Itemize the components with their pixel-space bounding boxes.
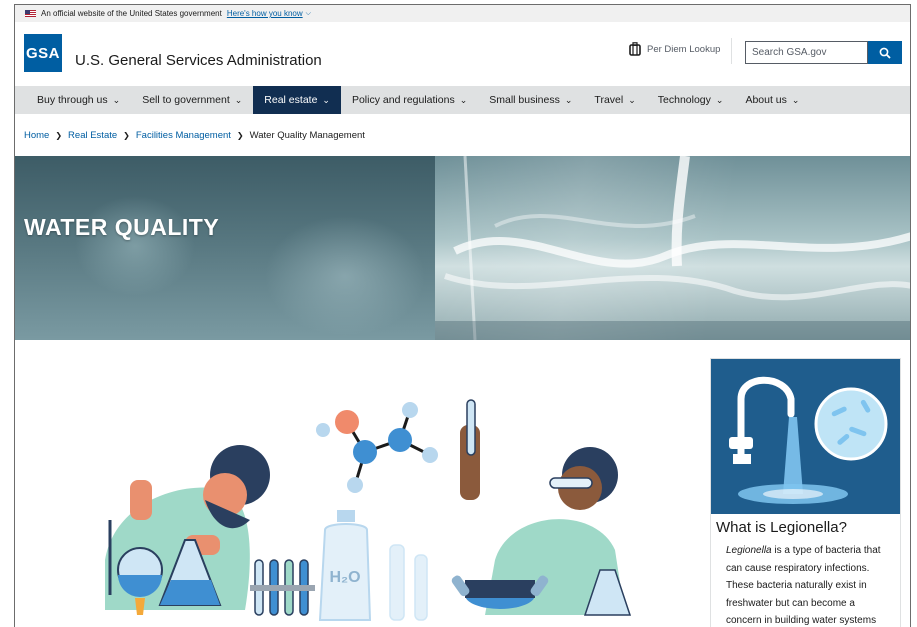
header-divider: [731, 38, 732, 64]
card-body: Legionella is a type of bacteria that ca…: [711, 536, 900, 627]
water-splash-graphic: [435, 156, 910, 340]
faucet-bacteria-graphic: [729, 376, 888, 504]
chevron-down-icon: ⌄: [322, 94, 330, 105]
chevron-down-icon: ⌄: [628, 94, 636, 105]
heres-how-you-know-link[interactable]: Here's how you know: [227, 9, 303, 18]
search-input[interactable]: [745, 41, 868, 64]
banner-text: An official website of the United States…: [41, 9, 222, 18]
chevron-down-icon: ⌄: [112, 94, 121, 105]
chevron-down-icon: ⌄: [715, 94, 724, 105]
chevron-right-icon: ❯: [236, 130, 244, 140]
breadcrumb: Home ❯ Real Estate ❯ Facilities Manageme…: [15, 114, 910, 156]
chevron-down-icon: ⌄: [564, 94, 573, 105]
water-glass-image: [435, 156, 910, 340]
chevron-down-icon: ⌄: [459, 94, 468, 105]
bottle-label: H₂O: [329, 569, 360, 586]
water-bottle-icon: H₂O: [318, 510, 428, 621]
agency-name[interactable]: U.S. General Services Administration: [75, 52, 322, 69]
legionella-card[interactable]: What is Legionella? Legionella is a type…: [710, 358, 901, 627]
nav-item-sell-to-government[interactable]: Sell to government ⌄: [131, 86, 253, 114]
official-gov-banner: An official website of the United States…: [15, 5, 910, 22]
breadcrumb-home[interactable]: Home: [24, 130, 49, 141]
search-icon: [879, 47, 891, 59]
luggage-icon: [629, 42, 641, 56]
browser-page: An official website of the United States…: [14, 4, 911, 627]
main-content: H₂O What is Legionella? Legionella is a …: [15, 340, 910, 627]
card-body-text: is a type of bacteria that can cause res…: [726, 545, 881, 626]
per-diem-lookup-link[interactable]: Per Diem Lookup: [629, 42, 720, 56]
nav-item-about-us[interactable]: About us ⌄: [734, 86, 810, 114]
nav-item-real-estate[interactable]: Real estate ⌄: [253, 86, 341, 114]
page-title: WATER QUALITY: [24, 214, 220, 240]
nav-item-buy-through-us[interactable]: Buy through us ⌄: [26, 86, 131, 114]
gsa-logo[interactable]: GSA: [24, 34, 62, 72]
chevron-down-icon: ⌄: [791, 94, 800, 105]
chevron-right-icon: ❯: [123, 130, 130, 140]
molecule-icon: [316, 402, 438, 493]
card-body-italic: Legionella: [726, 545, 772, 556]
search-button[interactable]: [868, 41, 902, 64]
test-tube-rack-icon: [250, 559, 315, 616]
card-title: What is Legionella?: [716, 519, 847, 536]
chevron-down-icon: ⌄: [234, 94, 243, 105]
nav-item-policy-and-regulations[interactable]: Policy and regulations ⌄: [341, 86, 478, 114]
nav-item-travel[interactable]: Travel ⌄: [583, 86, 646, 114]
chevron-down-icon[interactable]: ⌵: [306, 10, 311, 18]
nav-item-small-business[interactable]: Small business ⌄: [478, 86, 583, 114]
site-header: GSA U.S. General Services Administration…: [15, 22, 910, 86]
breadcrumb-current: Water Quality Management: [249, 129, 365, 141]
main-nav: Buy through us ⌄ Sell to government ⌄ Real…: [15, 86, 910, 114]
breadcrumb-facilities-management[interactable]: Facilities Management: [136, 130, 231, 141]
nav-item-technology[interactable]: Technology ⌄: [647, 86, 735, 114]
breadcrumb-real-estate[interactable]: Real Estate: [68, 130, 117, 141]
scientists-illustration: H₂O: [105, 399, 632, 621]
hero-banner: WATER QUALITY: [15, 156, 910, 340]
legionella-card-image: [711, 359, 900, 514]
per-diem-label: Per Diem Lookup: [647, 43, 721, 55]
chevron-right-icon: ❯: [55, 130, 63, 140]
us-flag-icon: [25, 10, 36, 17]
